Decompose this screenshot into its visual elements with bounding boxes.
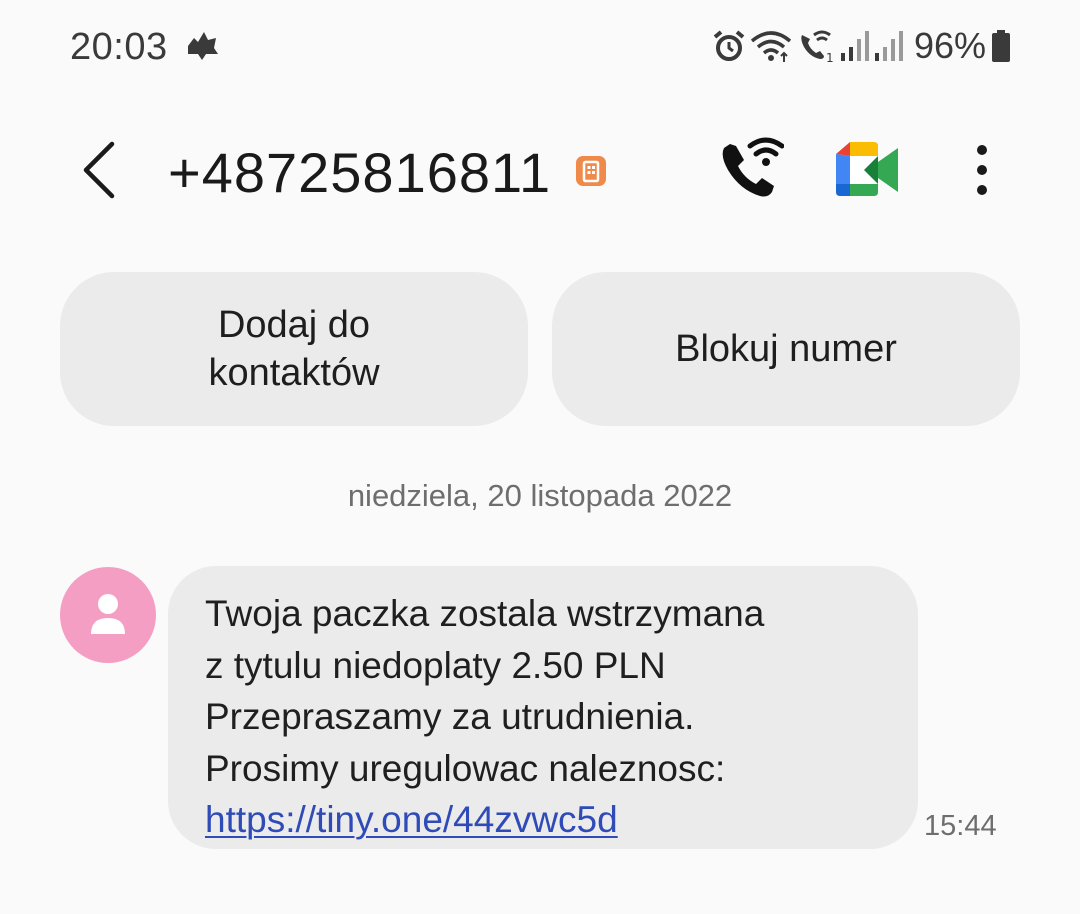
add-to-contacts-label-line1: Dodaj do [217, 304, 371, 346]
svg-text:1: 1 [826, 51, 834, 63]
battery-icon [992, 30, 1010, 62]
battery-percent: 96% [913, 25, 986, 66]
sim-badge-icon [576, 156, 606, 186]
status-bar: 20:03 1 96% [0, 0, 1080, 90]
person-icon [91, 594, 125, 634]
alarm-icon [713, 30, 745, 61]
message-line: Twoja paczka zostala wstrzymana [205, 593, 765, 634]
block-number-label: Blokuj numer [675, 328, 897, 370]
notification-icon [188, 32, 218, 60]
messages-screen: 20:03 1 96% +48725816811 Dodaj do kontak… [0, 0, 1080, 914]
message-timestamp: 15:44 [924, 810, 997, 842]
message-line: Prosimy uregulowac naleznosc: [205, 747, 726, 789]
message-link[interactable]: https://tiny.one/44zvwc5d [205, 799, 618, 840]
block-number-button[interactable]: Blokuj numer [552, 272, 1020, 426]
video-call-icon[interactable] [834, 140, 900, 200]
wifi-calling-icon: 1 [801, 30, 834, 63]
date-divider: niedziela, 20 listopada 2022 [347, 478, 733, 513]
status-time: 20:03 [70, 26, 168, 68]
signal-icon [874, 31, 903, 61]
message-bubble[interactable]: Twoja paczka zostala wstrzymana z tytulu… [168, 566, 918, 849]
avatar[interactable] [60, 567, 156, 663]
message-line: Przepraszamy za utrudnienia. [205, 696, 695, 737]
contact-number: +48725816811 [168, 141, 552, 204]
back-arrow-icon[interactable] [70, 140, 130, 200]
add-to-contacts-label-line2: kontaktów [208, 352, 380, 394]
wifi-call-icon[interactable] [716, 136, 784, 204]
conversation-header: +48725816811 [0, 110, 1080, 230]
message-line: z tytulu niedoplaty 2.50 PLN [205, 644, 666, 686]
status-icons: 1 96% [712, 24, 1012, 68]
wifi-icon [750, 31, 792, 62]
add-to-contacts-button[interactable]: Dodaj do kontaktów [60, 272, 528, 426]
signal-icon [840, 31, 869, 61]
more-vert-icon[interactable] [962, 140, 1002, 200]
